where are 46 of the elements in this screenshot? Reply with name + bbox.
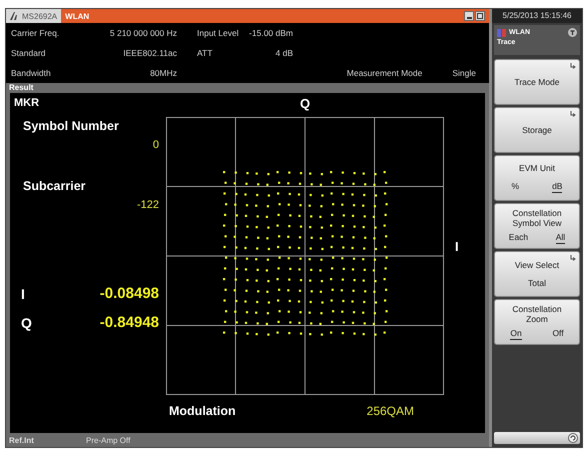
minimize-icon[interactable] <box>464 11 474 21</box>
setting-value: 4 dB <box>276 48 293 58</box>
setting-label: ATT <box>197 48 212 58</box>
return-icon[interactable] <box>568 433 578 443</box>
q-axis-label: Q <box>300 95 310 113</box>
submenu-icon <box>570 255 576 262</box>
softkey-button[interactable]: View Select Total <box>494 251 580 297</box>
setting-value: 80MHz <box>150 68 177 78</box>
softkey-button[interactable]: Storage <box>494 107 580 153</box>
scroll-widget[interactable] <box>494 432 580 444</box>
subcarrier-label: Subcarrier <box>23 179 86 193</box>
preamp-status: Pre-Amp Off <box>86 436 130 444</box>
setting-value: -15.00 dBm <box>249 28 293 38</box>
i-value: -0.08498 <box>100 285 159 302</box>
window-title: WLAN <box>65 12 90 20</box>
reference-status: Ref.Int <box>9 436 35 444</box>
setting-label: Input Level <box>197 28 239 38</box>
mode-label: Measurement Mode <box>346 68 422 78</box>
maximize-icon[interactable] <box>475 11 485 21</box>
softkey-button[interactable]: EVM Unit % dB <box>494 155 580 201</box>
date-time: 5/25/2013 15:15:46 <box>492 9 582 23</box>
softkey-button[interactable]: Trace Mode <box>494 59 580 105</box>
submenu-icon <box>570 63 576 70</box>
softkey-button[interactable]: Constellation Zoom On Off <box>494 299 580 345</box>
mode-value: Single <box>452 68 476 78</box>
result-header: Result <box>6 83 489 93</box>
logo-icon <box>10 12 19 20</box>
setting-value: IEEE802.11ac <box>123 48 177 58</box>
softkey-button[interactable]: Constellation Symbol View Each All <box>494 203 580 249</box>
modulation-value: 256QAM <box>366 404 414 418</box>
subcarrier-value: -122 <box>136 199 159 211</box>
symbol-number-label: Symbol Number <box>23 119 119 133</box>
q-label: Q <box>21 314 32 330</box>
setting-label: Carrier Freq. <box>11 28 60 38</box>
submenu-icon <box>570 111 576 118</box>
symbol-number-value: 0 <box>152 139 159 151</box>
i-label: I <box>21 286 25 302</box>
modulation-label: Modulation <box>169 404 236 418</box>
model-name: MS2692A <box>22 12 58 20</box>
i-axis-label: I <box>455 239 459 254</box>
setting-value: 5 210 000 000 Hz <box>110 28 177 38</box>
setting-label: Standard <box>11 48 46 58</box>
app-icon <box>497 28 506 36</box>
q-value: -0.84948 <box>100 314 159 331</box>
marker-label: MKR <box>14 97 40 109</box>
setting-label: Bandwidth <box>11 68 51 78</box>
